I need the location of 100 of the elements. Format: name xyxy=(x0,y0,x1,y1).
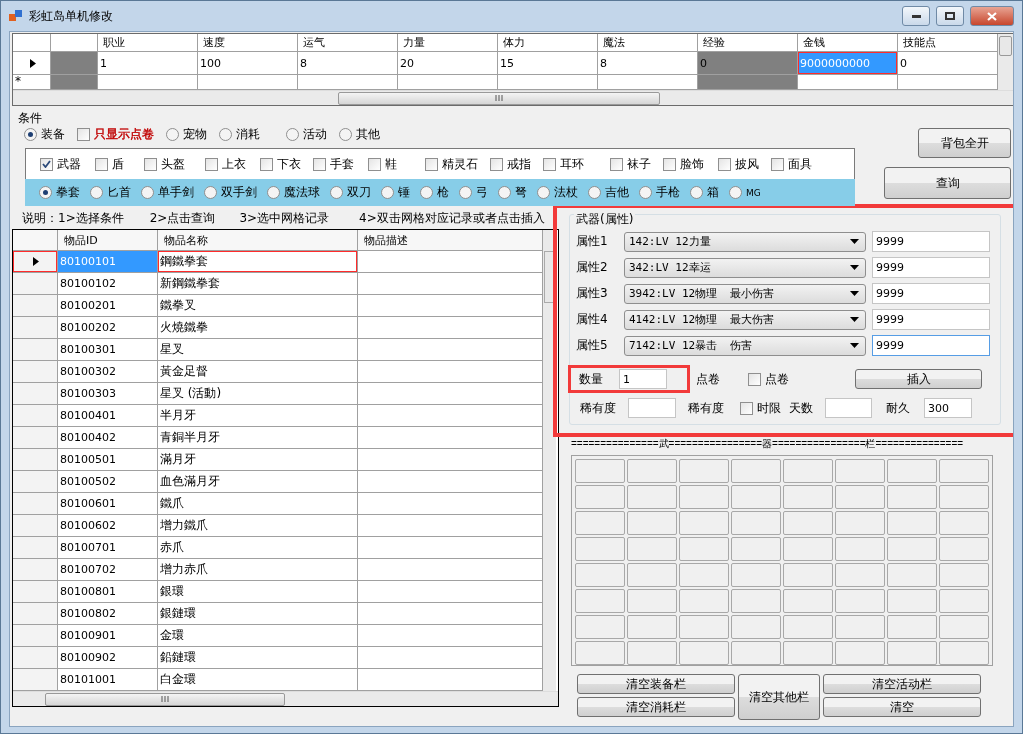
inventory-slot[interactable] xyxy=(679,485,729,509)
clear-button[interactable]: 清空消耗栏 xyxy=(577,697,735,717)
radio-button[interactable] xyxy=(141,186,154,199)
attribute-value-field[interactable]: 9999 xyxy=(872,283,990,304)
radio-button[interactable] xyxy=(267,186,280,199)
open-all-bags-button[interactable]: 背包全开 xyxy=(918,128,1011,158)
horizontal-scrollbar[interactable] xyxy=(13,90,1013,105)
checkbox-option[interactable]: 披风 xyxy=(718,155,759,173)
radio-option[interactable]: 装备 xyxy=(24,125,65,143)
item-name-cell[interactable]: 滿月牙 xyxy=(158,449,358,471)
inventory-slot[interactable] xyxy=(783,641,833,665)
column-header[interactable]: 力量 xyxy=(398,34,498,52)
grid-cell[interactable]: 0 xyxy=(898,52,998,75)
checkbox-option[interactable]: 武器 xyxy=(40,155,81,173)
inventory-slot[interactable] xyxy=(627,563,677,587)
radio-option[interactable]: 匕首 xyxy=(90,184,131,201)
radio-option[interactable]: 双刀 xyxy=(330,184,371,201)
radio-option[interactable]: 活动 xyxy=(286,125,327,143)
radio-button[interactable] xyxy=(537,186,550,199)
inventory-slot[interactable] xyxy=(835,589,885,613)
inventory-slot[interactable] xyxy=(887,511,937,535)
inventory-slot[interactable] xyxy=(939,459,989,483)
checkbox[interactable] xyxy=(40,157,53,171)
item-name-cell[interactable]: 黃金足督 xyxy=(158,361,358,383)
grid-cell[interactable] xyxy=(198,75,298,90)
grid-cell[interactable] xyxy=(798,75,898,90)
item-name-cell[interactable]: 星叉 xyxy=(158,339,358,361)
inventory-slot[interactable] xyxy=(887,615,937,639)
radio-option[interactable]: 魔法球 xyxy=(267,184,320,201)
radio-option[interactable]: 锤 xyxy=(381,184,410,201)
inventory-slot[interactable] xyxy=(575,615,625,639)
attribute-dropdown[interactable]: 4142:LV 12物理 最大伤害 xyxy=(624,309,866,330)
item-name-cell[interactable]: 新鋼鐵拳套 xyxy=(158,273,358,295)
inventory-slot[interactable] xyxy=(835,485,885,509)
item-id-cell[interactable]: 80100401 xyxy=(58,405,158,427)
item-description-cell[interactable] xyxy=(358,317,543,339)
inventory-slot[interactable] xyxy=(627,641,677,665)
rarity-field[interactable] xyxy=(628,398,676,418)
column-header[interactable]: 物品ID xyxy=(58,230,158,251)
inventory-slot[interactable] xyxy=(575,641,625,665)
quantity-field[interactable]: 1 xyxy=(619,369,667,389)
inventory-slot[interactable] xyxy=(835,615,885,639)
minimize-button[interactable] xyxy=(902,6,930,26)
checkbox-option[interactable]: 头盔 xyxy=(144,155,185,173)
inventory-slot[interactable] xyxy=(887,459,937,483)
item-description-cell[interactable] xyxy=(358,295,543,317)
attribute-value-field[interactable]: 9999 xyxy=(872,231,990,252)
checkbox[interactable] xyxy=(543,157,556,171)
inventory-slot[interactable] xyxy=(835,459,885,483)
item-description-cell[interactable] xyxy=(358,603,543,625)
inventory-slot[interactable] xyxy=(679,511,729,535)
close-button[interactable] xyxy=(970,6,1014,26)
grid-cell[interactable]: 8 xyxy=(598,52,698,75)
item-id-cell[interactable]: 80100501 xyxy=(58,449,158,471)
checkbox-option[interactable]: 盾 xyxy=(95,155,124,173)
item-id-cell[interactable]: 80100502 xyxy=(58,471,158,493)
inventory-slot[interactable] xyxy=(939,615,989,639)
durability-field[interactable]: 300 xyxy=(924,398,972,418)
item-id-cell[interactable]: 80100701 xyxy=(58,537,158,559)
item-id-cell[interactable]: 80100303 xyxy=(58,383,158,405)
item-id-cell[interactable]: 80100202 xyxy=(58,317,158,339)
checkbox-option[interactable]: 精灵石 xyxy=(425,155,478,173)
item-description-cell[interactable] xyxy=(358,273,543,295)
attribute-dropdown[interactable]: 342:LV 12幸运 xyxy=(624,257,866,278)
radio-option[interactable]: MG xyxy=(729,186,761,199)
item-description-cell[interactable] xyxy=(358,427,543,449)
item-id-cell[interactable]: 80100301 xyxy=(58,339,158,361)
coupon-checkbox[interactable]: 点卷 xyxy=(748,370,789,388)
inventory-slot[interactable] xyxy=(679,459,729,483)
item-id-cell[interactable]: 80100601 xyxy=(58,493,158,515)
radio-button[interactable] xyxy=(204,186,217,199)
inventory-slot[interactable] xyxy=(731,537,781,561)
checkbox-option[interactable]: 耳环 xyxy=(543,155,584,173)
item-description-cell[interactable] xyxy=(358,559,543,581)
checkbox-option[interactable]: 脸饰 xyxy=(663,155,704,173)
item-description-cell[interactable] xyxy=(358,383,543,405)
item-description-cell[interactable] xyxy=(358,251,543,273)
checkbox-option[interactable]: 只显示点卷 xyxy=(77,125,154,143)
radio-button[interactable] xyxy=(90,186,103,199)
radio-option[interactable]: 拳套 xyxy=(39,184,80,201)
inventory-slot[interactable] xyxy=(939,511,989,535)
item-id-cell[interactable]: 80100602 xyxy=(58,515,158,537)
item-description-cell[interactable] xyxy=(358,669,543,691)
item-description-cell[interactable] xyxy=(358,449,543,471)
radio-option[interactable]: 手枪 xyxy=(639,184,680,201)
inventory-slot[interactable] xyxy=(835,563,885,587)
item-name-cell[interactable]: 銀鏈環 xyxy=(158,603,358,625)
item-id-cell[interactable]: 80100102 xyxy=(58,273,158,295)
attribute-value-field[interactable]: 9999 xyxy=(872,309,990,330)
item-name-cell[interactable]: 青銅半月牙 xyxy=(158,427,358,449)
inventory-slot[interactable] xyxy=(627,615,677,639)
item-name-cell[interactable]: 白金環 xyxy=(158,669,358,691)
checkbox[interactable] xyxy=(77,127,90,141)
column-header[interactable]: 物品名称 xyxy=(158,230,358,251)
inventory-slot[interactable] xyxy=(939,641,989,665)
inventory-slot[interactable] xyxy=(731,511,781,535)
inventory-slot[interactable] xyxy=(887,537,937,561)
attribute-value-field[interactable]: 9999 xyxy=(872,257,990,278)
inventory-slot[interactable] xyxy=(575,563,625,587)
inventory-slot[interactable] xyxy=(783,511,833,535)
